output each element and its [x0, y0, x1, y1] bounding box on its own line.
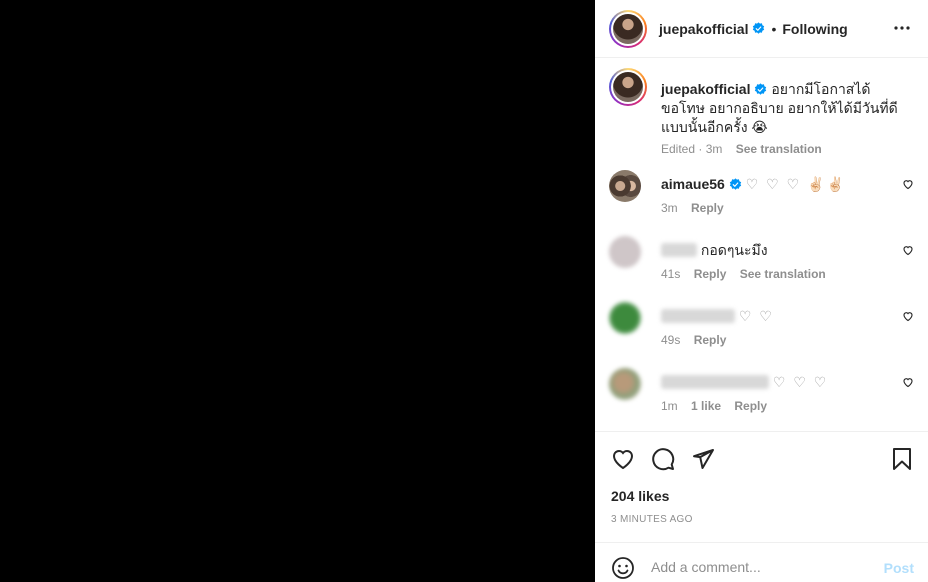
comment-meta: 3m Reply	[661, 201, 734, 215]
reply-button[interactable]: Reply	[694, 267, 727, 281]
comment-likes-count[interactable]: 1 like	[691, 399, 721, 413]
comment-body: ♡ ♡ ♡ ✌🏻✌🏻	[745, 176, 846, 192]
verified-badge-icon	[755, 83, 767, 95]
comment-item: ♡ ♡ ♡ 1m 1 like Reply	[609, 368, 914, 428]
caption-avatar[interactable]	[609, 68, 647, 106]
like-comment-heart-icon[interactable]	[902, 178, 914, 190]
following-button[interactable]: Following	[782, 21, 847, 37]
likes-count[interactable]: 204 likes	[611, 488, 669, 504]
more-options-icon[interactable]	[890, 16, 914, 40]
comment-meta: 41s Reply See translation	[661, 267, 836, 281]
post-header: juepakofficial • Following	[595, 0, 928, 58]
comment-body: กอดๆนะมึง	[700, 242, 768, 258]
like-comment-heart-icon[interactable]	[902, 244, 914, 256]
comment-item: กอดๆนะมึง 41s Reply See translation	[609, 236, 914, 296]
see-translation-link[interactable]: See translation	[740, 267, 826, 281]
commenter-avatar[interactable]	[609, 302, 641, 334]
comment-text-block: กอดๆนะมึง	[661, 241, 768, 259]
comment-time: 1m	[661, 399, 678, 413]
author-username[interactable]: juepakofficial	[659, 21, 748, 37]
verified-badge-icon	[729, 178, 742, 190]
add-comment-input[interactable]	[651, 553, 871, 581]
comments-list[interactable]: juepakofficial อยากมีโอกาสได้ขอโทษ อยากอ…	[595, 58, 928, 431]
emoji-smiley-icon[interactable]	[611, 556, 635, 580]
author-avatar[interactable]	[609, 9, 647, 48]
post-media[interactable]	[0, 0, 595, 582]
comment-item: ♡ ♡ 49s Reply	[609, 302, 914, 362]
see-translation-link[interactable]: See translation	[736, 142, 822, 156]
caption-meta: Edited · 3m See translation	[661, 142, 822, 156]
commenter-username-blurred[interactable]	[661, 243, 697, 257]
reply-button[interactable]: Reply	[734, 399, 767, 413]
comment-meta: 49s Reply	[661, 333, 736, 347]
commenter-avatar[interactable]	[609, 170, 641, 202]
like-heart-icon[interactable]	[611, 447, 635, 471]
reply-button[interactable]: Reply	[694, 333, 727, 347]
comment-text-block: ♡ ♡ ♡	[661, 373, 828, 391]
like-comment-heart-icon[interactable]	[902, 376, 914, 388]
save-bookmark-icon[interactable]	[890, 447, 914, 471]
comment-time: 41s	[661, 267, 681, 281]
comment-text-block: aimaue56 ♡ ♡ ♡ ✌🏻✌🏻	[661, 175, 846, 193]
comment-time: 3m	[661, 201, 678, 215]
comment-meta: 1m 1 like Reply	[661, 399, 777, 413]
caption-edited: Edited · 3m	[661, 142, 723, 156]
post-side-panel: juepakofficial • Following juepakofficia…	[595, 0, 928, 582]
reply-button[interactable]: Reply	[691, 201, 724, 215]
post-timestamp: 3 MINUTES AGO	[611, 514, 693, 525]
add-comment-bar: Post	[595, 542, 928, 582]
commenter-username-blurred[interactable]	[661, 375, 769, 389]
caption-username[interactable]: juepakofficial	[661, 81, 750, 97]
commenter-username-blurred[interactable]	[661, 309, 735, 323]
like-comment-heart-icon[interactable]	[902, 310, 914, 322]
caption-text-block: juepakofficial อยากมีโอกาสได้ขอโทษ อยากอ…	[661, 80, 911, 137]
verified-badge-icon	[753, 22, 765, 34]
comment-item: aimaue56 ♡ ♡ ♡ ✌🏻✌🏻 3m Reply	[609, 170, 914, 230]
comment-time: 49s	[661, 333, 681, 347]
commenter-avatar[interactable]	[609, 368, 641, 400]
comment-body: ♡ ♡ ♡	[772, 374, 829, 390]
header-separator: •	[771, 20, 777, 37]
comment-text-block: ♡ ♡	[661, 307, 774, 325]
commenter-username[interactable]: aimaue56	[661, 176, 725, 192]
comment-body: ♡ ♡	[738, 308, 774, 324]
post-comment-button[interactable]: Post	[884, 560, 914, 576]
post-actions: 204 likes 3 MINUTES AGO	[595, 431, 928, 542]
share-paper-plane-icon[interactable]	[691, 447, 715, 471]
commenter-avatar[interactable]	[609, 236, 641, 268]
comment-bubble-icon[interactable]	[651, 447, 675, 471]
